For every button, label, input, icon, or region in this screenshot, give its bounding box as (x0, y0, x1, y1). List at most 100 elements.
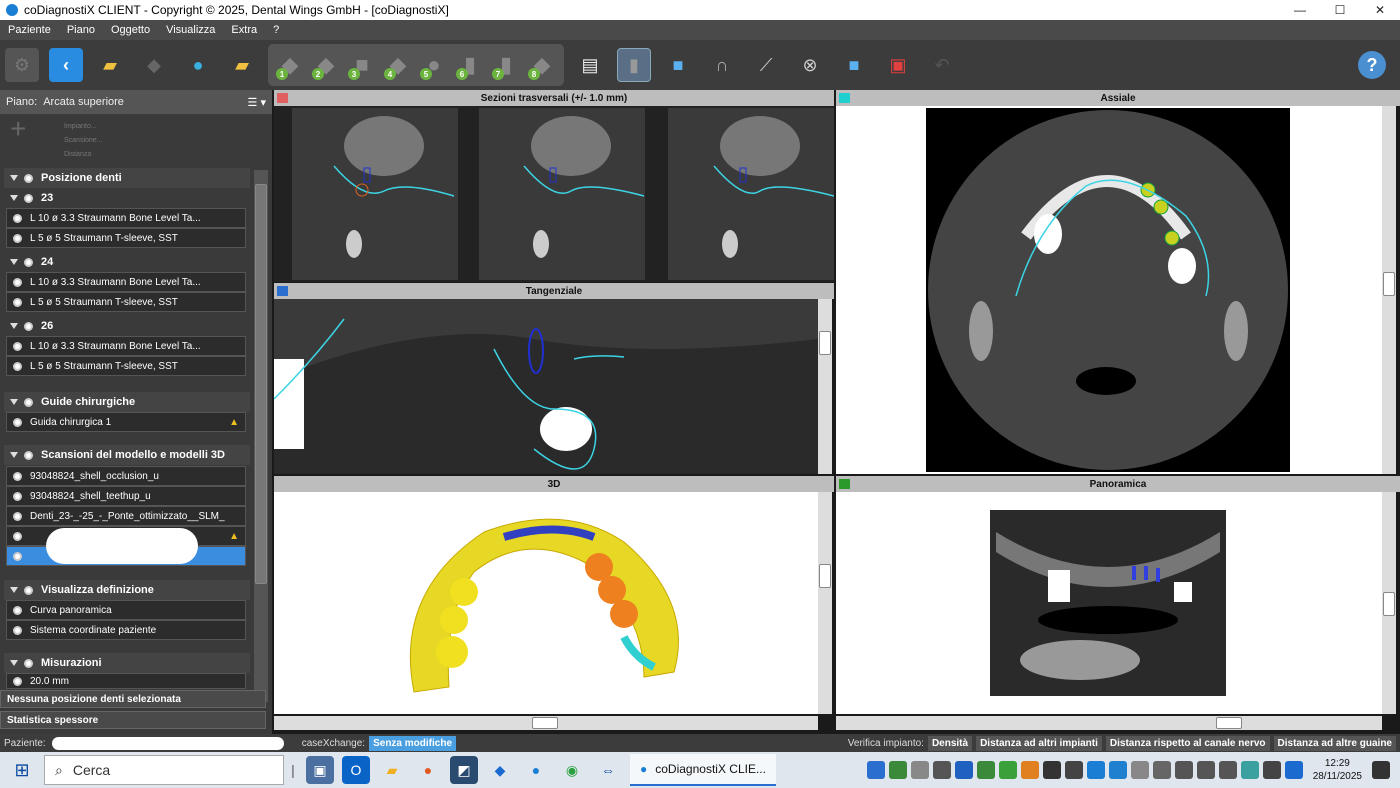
tray-icon[interactable] (1086, 761, 1105, 779)
sleeve-row[interactable]: L 5 ø 5 Straumann T-sleeve, SST (6, 228, 246, 248)
shield-icon[interactable]: ◆ (486, 756, 514, 784)
scan-row[interactable]: Denti_23-_-25_-_Ponte_ottimizzato__SLM_ (6, 506, 246, 526)
implant-row[interactable]: L 10 ø 3.3 Straumann Bone Level Ta... (6, 336, 246, 356)
file-explorer-icon[interactable]: ▰ (378, 756, 406, 784)
nvidia-icon[interactable] (888, 761, 907, 779)
tangential-scroll-thumb[interactable] (819, 331, 831, 355)
axial-view[interactable] (836, 106, 1382, 474)
step-3-button[interactable]: ■ 3 (344, 48, 380, 82)
menu-visualizza[interactable]: Visualizza (158, 24, 223, 36)
minimize-button[interactable]: — (1280, 0, 1320, 20)
undo-icon[interactable]: ↶ (925, 48, 959, 82)
three-d-scrollbar[interactable] (818, 492, 832, 714)
open-folder-icon[interactable]: ▰ (93, 48, 127, 82)
sleeve-row[interactable]: L 5 ø 5 Straumann T-sleeve, SST (6, 292, 246, 312)
delete-measure-icon[interactable]: ⊗ (793, 48, 827, 82)
tray-icon[interactable] (1064, 761, 1083, 779)
cross-sections-view[interactable] (274, 106, 834, 282)
menu-piano[interactable]: Piano (59, 24, 103, 36)
app-icon-1[interactable]: ▣ (306, 756, 334, 784)
section-definition[interactable]: Visualizza definizione (4, 580, 250, 600)
pano-scroll-thumb[interactable] (1383, 592, 1395, 616)
density-button[interactable]: Densità (927, 735, 973, 751)
definition-row[interactable]: Sistema coordinate paziente (6, 620, 246, 640)
sleeve-distance-button[interactable]: Distanza ad altre guaine (1273, 735, 1396, 751)
close-button[interactable]: ✕ (1360, 0, 1400, 20)
app-icon-2[interactable]: ◩ (450, 756, 478, 784)
visibility-toggle[interactable] (24, 173, 33, 183)
shield-tray-icon[interactable] (1042, 761, 1061, 779)
nerve-distance-button[interactable]: Distanza rispetto al canale nervo (1105, 735, 1270, 751)
hamburger-icon[interactable]: ☰ ▾ (248, 96, 266, 109)
tooth-23[interactable]: 23 (4, 188, 250, 208)
chrome-icon[interactable]: ◉ (558, 756, 586, 784)
tray-icon[interactable] (1152, 761, 1171, 779)
menu-help[interactable]: ? (265, 24, 287, 36)
casex-status[interactable]: Senza modifiche (369, 735, 456, 751)
tangential-view[interactable] (274, 299, 818, 474)
outlook-icon[interactable]: O (342, 756, 370, 784)
pano-hscroll-thumb[interactable] (1216, 717, 1242, 729)
back-button[interactable]: ‹ (49, 48, 83, 82)
tray-icon[interactable] (954, 761, 973, 779)
three-d-view[interactable] (274, 492, 818, 714)
step-7-button[interactable]: ▮ 7 (488, 48, 524, 82)
cube-icon[interactable]: ■ (661, 48, 695, 82)
selection-info[interactable]: Nessuna posizione denti selezionata (0, 690, 266, 708)
measurement-row[interactable]: 20.0 mm (6, 673, 246, 689)
pano-hscrollbar[interactable] (836, 716, 1382, 730)
axial-scroll-thumb[interactable] (1383, 272, 1395, 296)
step-5-button[interactable]: ● 5 (416, 48, 452, 82)
tray-icon[interactable] (910, 761, 929, 779)
thickness-stats[interactable]: Statistica spessore (0, 711, 266, 729)
maximize-button[interactable]: ☐ (1320, 0, 1360, 20)
section-scans[interactable]: Scansioni del modello e modelli 3D (4, 445, 250, 465)
tray-icon[interactable] (998, 761, 1017, 779)
battery-icon[interactable] (1218, 761, 1237, 779)
step-8-button[interactable]: ◆ 8 (524, 48, 560, 82)
three-d-hscroll-thumb[interactable] (532, 717, 558, 729)
plan-selector[interactable]: Piano: Arcata superiore ☰ ▾ (0, 90, 272, 114)
implant-row[interactable]: L 10 ø 3.3 Straumann Bone Level Ta... (6, 272, 246, 292)
measure-icon[interactable]: ⟋ (749, 48, 783, 82)
help-icon[interactable]: ? (1358, 51, 1386, 79)
pano-scrollbar[interactable] (1382, 492, 1396, 714)
implant-row[interactable]: L 10 ø 3.3 Straumann Bone Level Ta... (6, 208, 246, 228)
tray-icon[interactable] (1020, 761, 1039, 779)
step-4-button[interactable]: ◆ 4 (380, 48, 416, 82)
guide-row[interactable]: Guida chirurgica 1 ▲ (6, 412, 246, 432)
pano-view[interactable] (836, 492, 1382, 714)
taskbar-active-app[interactable]: ● coDiagnostiX CLIE... (630, 754, 776, 786)
import-icon[interactable]: ◆ (137, 48, 171, 82)
menu-extra[interactable]: Extra (223, 24, 265, 36)
tangential-scrollbar[interactable] (818, 299, 832, 474)
axial-scrollbar[interactable] (1382, 106, 1396, 474)
notification-icon[interactable] (1372, 761, 1390, 779)
section-measurements[interactable]: Misurazioni (4, 653, 250, 673)
tray-icon[interactable] (976, 761, 995, 779)
tray-icon[interactable] (1262, 761, 1281, 779)
section-guides[interactable]: Guide chirurgiche (4, 392, 250, 412)
scan-row[interactable]: 93048824_shell_teethup_u (6, 486, 246, 506)
sidebar-scrollbar[interactable] (254, 170, 268, 702)
tray-icon[interactable] (1130, 761, 1149, 779)
gear-icon[interactable]: ⚙ (5, 48, 39, 82)
model-cube-icon[interactable]: ■ (837, 48, 871, 82)
printer-icon[interactable]: ▤ (573, 48, 607, 82)
tooth-26[interactable]: 26 (4, 316, 250, 336)
globe-icon[interactable]: ● (181, 48, 215, 82)
sleeve-row[interactable]: L 5 ø 5 Straumann T-sleeve, SST (6, 356, 246, 376)
codiagnostix-icon[interactable]: ● (522, 756, 550, 784)
scan-row[interactable]: 93048824_shell_occlusion_u (6, 466, 246, 486)
tooth-24[interactable]: 24 (4, 252, 250, 272)
volume-icon[interactable] (1196, 761, 1215, 779)
menu-paziente[interactable]: Paziente (0, 24, 59, 36)
wifi-icon[interactable] (1174, 761, 1193, 779)
step-2-button[interactable]: ◆ 2 (308, 48, 344, 82)
section-teeth[interactable]: Posizione denti (4, 168, 250, 188)
implant-view-icon[interactable]: ▮ (617, 48, 651, 82)
sidebar-scroll-thumb[interactable] (255, 184, 267, 584)
document-folder-icon[interactable]: ▰ (225, 48, 259, 82)
step-6-button[interactable]: ▮ 6 (452, 48, 488, 82)
taskbar-search[interactable]: ⌕ Cerca (44, 755, 284, 785)
